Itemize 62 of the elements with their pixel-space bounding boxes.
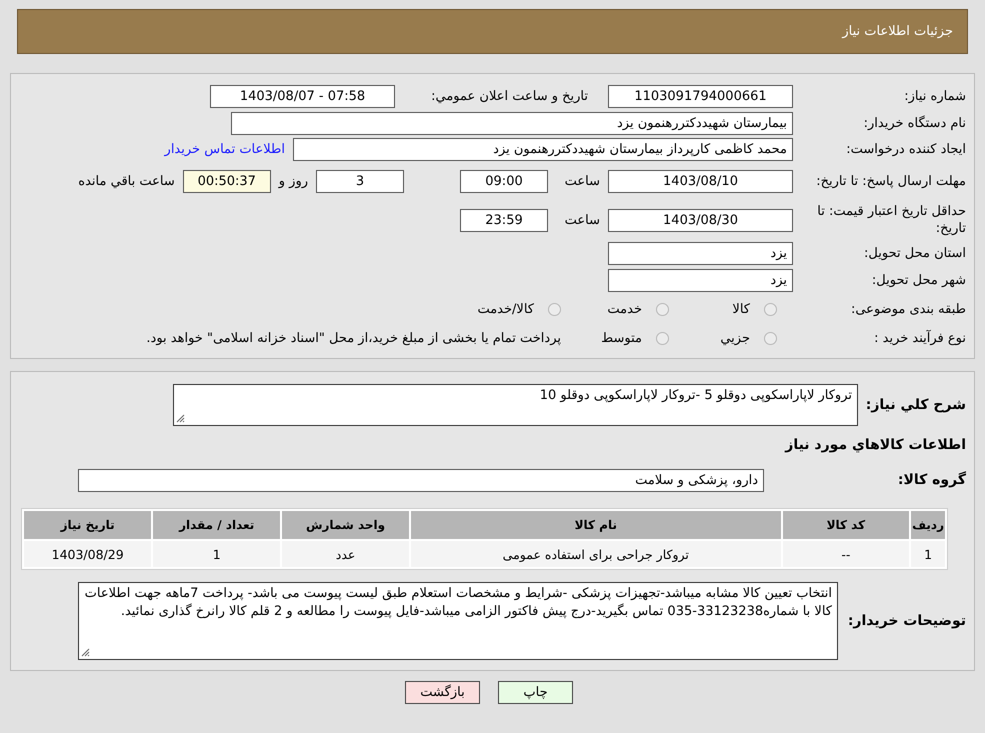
remaining-time-field: 00:50:37 xyxy=(182,170,271,192)
table-cell: 1403/08/29 xyxy=(24,541,152,567)
date-field: 1403/08/30 xyxy=(608,208,793,232)
buyer-org-field: بیمارستان شهیددکتررهنمون یزد xyxy=(231,112,793,134)
payment-note: پرداخت تمام یا بخشی از مبلغ خرید،از محل "اسناد خزانه اسلامی" خواهد بود. xyxy=(146,330,561,346)
column-header: نام کالا xyxy=(411,511,781,539)
field-label: توضیحات خریدار: xyxy=(846,612,966,630)
radio-icon[interactable] xyxy=(764,302,777,316)
field-label: مهلت ارسال پاسخ: تا تاریخ: xyxy=(815,172,966,190)
radio-option[interactable]: کالا/خدمت xyxy=(461,302,561,316)
field-label: حداقل تاریخ اعتبار قیمت: تا تاریخ: xyxy=(816,203,966,237)
table-cell: 1 xyxy=(153,541,280,567)
days-label: روز و xyxy=(278,174,308,188)
time-label: ساعت xyxy=(564,174,600,188)
time-field: 09:00 xyxy=(460,170,548,192)
buyer-notes-field: انتخاب تعیین کالا مشابه میباشد-تجهیزات پزشکی -شرایط و مشخصات استعلام طبق لیست پیوست می باشد- پرداخت 7ماهه جهت اطلاعات کالا با شماره33123238-035 تماس بگیرید-درج پیش فاکتور الزامی میباشد-فایل پیوست را مطالعه و 2 قلم کالا رانرخ گذاری نمائید. xyxy=(78,582,838,660)
goods-group-field: دارو، پزشکی و سلامت xyxy=(78,468,764,492)
date-field: 1403/08/10 xyxy=(608,170,793,192)
resize-grip-icon[interactable] xyxy=(81,648,90,657)
resize-grip-icon[interactable] xyxy=(176,414,185,423)
column-header: واحد شمارش xyxy=(282,511,410,539)
table-cell: 1 xyxy=(911,541,945,567)
column-header: تاریخ نیاز xyxy=(24,511,152,539)
need-number-field: 1103091794000661 xyxy=(608,84,793,108)
radio-option[interactable]: جزيي xyxy=(677,330,777,346)
announce-date-field: 1403/08/07 - 07:58 xyxy=(210,84,395,108)
radio-option[interactable]: خدمت xyxy=(569,302,669,316)
column-header: تعداد / مقدار xyxy=(153,511,280,539)
field-label: استان محل تحویل: xyxy=(863,245,966,262)
field-label: شرح کلي نیاز: xyxy=(866,396,966,414)
radio-icon[interactable] xyxy=(764,332,777,344)
field-label: گروه کالا: xyxy=(896,472,966,488)
radio-icon[interactable] xyxy=(656,332,669,344)
requester-field: محمد کاظمی کارپرداز بیمارستان شهیددکتررهنمون یزد xyxy=(293,138,793,160)
back-button[interactable]: بازگشت xyxy=(405,681,480,704)
field-label: ایجاد کننده درخواست: xyxy=(845,140,966,158)
days-field: 3 xyxy=(316,170,404,192)
radio-icon[interactable] xyxy=(656,302,669,316)
column-header: ردیف xyxy=(911,511,945,539)
table-cell: تروکار جراحی برای استفاده عمومی xyxy=(411,541,781,567)
field-label: نام دستگاه خریدار: xyxy=(862,114,966,132)
radio-option[interactable]: متوسط xyxy=(569,330,669,346)
field-label: شماره نیاز: xyxy=(903,88,966,104)
field-label: تاریخ و ساعت اعلان عمومي: xyxy=(430,88,588,104)
radio-icon[interactable] xyxy=(548,302,561,316)
field-label: نوع فرآیند خرید : xyxy=(873,330,966,346)
field-label: شهر محل تحویل: xyxy=(870,272,966,289)
description-field: تروکار لاپاراسکوپی دوقلو 5 -تروکار لاپاراسکوپی دوقلو 10 xyxy=(173,384,858,426)
print-button[interactable]: چاپ xyxy=(498,681,573,704)
time-label: ساعت xyxy=(564,212,600,228)
province-field: یزد xyxy=(608,242,793,265)
remaining-label: ساعت باقي مانده xyxy=(78,174,175,188)
field-label: طبقه بندی موضوعی: xyxy=(850,300,966,318)
section-heading: اطلاعات کالاهاي مورد نیاز xyxy=(784,436,966,454)
buyer-contact-link[interactable]: اطلاعات تماس خریدار xyxy=(164,142,285,156)
column-header: کد کالا xyxy=(782,511,910,539)
city-field: یزد xyxy=(608,269,793,292)
table-cell: -- xyxy=(782,541,910,567)
radio-option[interactable]: کالا xyxy=(677,302,777,316)
page-title: جزئیات اطلاعات نیاز xyxy=(842,24,953,39)
table-cell: عدد xyxy=(282,541,410,567)
time-field: 23:59 xyxy=(460,208,548,232)
